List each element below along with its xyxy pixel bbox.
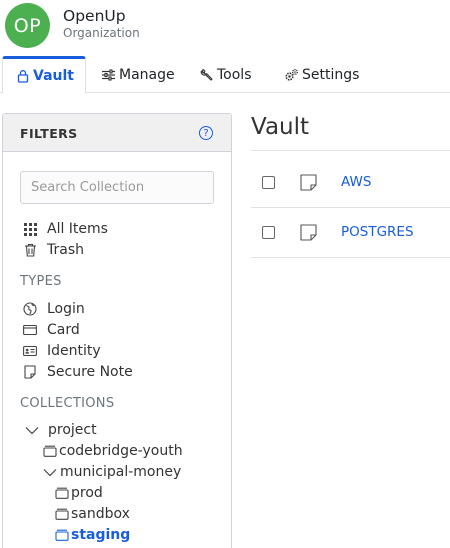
filters-title: FILTERS xyxy=(20,126,78,141)
collection-municipal-money[interactable]: municipal-money xyxy=(43,462,181,482)
tab-label: Settings xyxy=(302,66,360,83)
collection-icon xyxy=(55,528,69,542)
select-item-checkbox[interactable] xyxy=(262,226,275,239)
filter-label: Card xyxy=(47,322,80,338)
collection-label: prod xyxy=(71,485,103,501)
filter-type-secure-note[interactable]: Secure Note xyxy=(23,362,133,382)
chevron-down-icon[interactable] xyxy=(25,423,39,437)
note-icon xyxy=(23,365,37,379)
collection-label: sandbox xyxy=(71,506,130,522)
sliders-icon xyxy=(101,68,116,82)
gears-icon xyxy=(284,68,299,82)
vault-item-row: POSTGRES xyxy=(251,208,450,258)
filter-label: Identity xyxy=(47,343,101,359)
filters-header: FILTERS ? xyxy=(3,114,231,152)
collection-codebridge-youth[interactable]: codebridge-youth xyxy=(43,441,183,461)
filter-type-card[interactable]: Card xyxy=(23,320,80,340)
select-item-checkbox[interactable] xyxy=(262,176,275,189)
tab-settings[interactable]: Settings xyxy=(284,56,359,93)
filter-label: Trash xyxy=(47,242,84,258)
page-title: Vault xyxy=(251,114,310,140)
chevron-down-icon[interactable] xyxy=(43,465,57,479)
search-collection-input[interactable] xyxy=(20,171,214,204)
types-heading: TYPES xyxy=(20,274,62,289)
note-icon xyxy=(300,174,317,195)
vault-item-row: AWS xyxy=(251,158,450,208)
help-icon[interactable]: ? xyxy=(199,126,213,140)
collection-project[interactable]: project xyxy=(25,420,97,440)
org-header: OP OpenUp Organization xyxy=(0,0,450,52)
wrench-icon xyxy=(200,68,214,82)
filter-type-login[interactable]: Login xyxy=(23,299,85,319)
tab-label: Tools xyxy=(217,66,252,83)
filter-type-identity[interactable]: Identity xyxy=(23,341,101,361)
avatar: OP xyxy=(5,3,50,48)
org-tabs: Vault Manage Tools Settings xyxy=(0,56,450,94)
filter-all-items[interactable]: All Items xyxy=(23,219,108,239)
org-subtitle: Organization xyxy=(63,26,140,40)
tab-label: Vault xyxy=(33,68,74,84)
id-card-icon xyxy=(23,344,37,358)
collection-label: project xyxy=(48,422,97,438)
collections-heading: COLLECTIONS xyxy=(20,396,115,411)
tab-manage[interactable]: Manage xyxy=(101,56,175,93)
filter-label: Secure Note xyxy=(47,364,133,380)
collection-prod[interactable]: prod xyxy=(55,483,103,503)
vault-item-name[interactable]: AWS xyxy=(341,174,371,190)
note-icon xyxy=(300,224,317,245)
credit-card-icon xyxy=(23,323,37,337)
lock-icon xyxy=(16,69,30,83)
tab-label: Manage xyxy=(119,66,175,83)
filter-trash[interactable]: Trash xyxy=(23,240,84,260)
filter-label: Login xyxy=(47,301,85,317)
collection-icon xyxy=(55,486,69,500)
vault-item-name[interactable]: POSTGRES xyxy=(341,224,414,240)
collection-label: staging xyxy=(71,527,131,543)
collection-icon xyxy=(43,444,57,458)
org-name: OpenUp xyxy=(63,7,126,25)
collection-staging[interactable]: staging xyxy=(55,525,130,545)
trash-icon xyxy=(23,243,37,257)
collection-icon xyxy=(55,507,69,521)
collection-label: municipal-money xyxy=(60,464,182,480)
filter-label: All Items xyxy=(47,221,108,237)
grid-icon xyxy=(23,222,37,236)
tab-vault[interactable]: Vault xyxy=(2,56,86,94)
filters-panel: FILTERS ? All Items Trash TYPES Login Ca… xyxy=(2,113,232,548)
globe-icon xyxy=(23,302,37,316)
title-divider xyxy=(251,150,450,151)
collection-label: codebridge-youth xyxy=(59,443,183,459)
tab-tools[interactable]: Tools xyxy=(200,56,252,93)
collection-sandbox[interactable]: sandbox xyxy=(55,504,130,524)
